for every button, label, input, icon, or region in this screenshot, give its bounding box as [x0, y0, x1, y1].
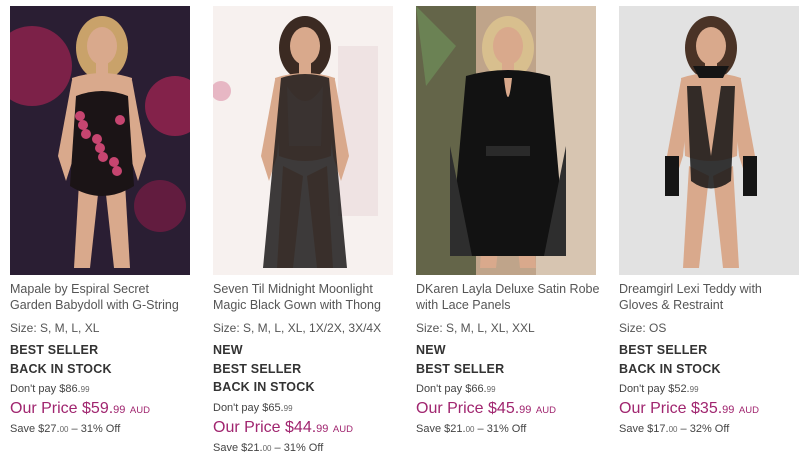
product-badges: NEW BEST SELLER BACK IN STOCK — [213, 341, 397, 397]
savings: Save $27.00 – 31% Off — [10, 422, 194, 437]
rrp-dollars: $65. — [262, 401, 284, 414]
our-price-dollars: $44. — [285, 418, 317, 436]
our-price: Our Price $45.99 AUD — [416, 399, 600, 421]
currency-label: AUD — [129, 405, 150, 416]
savings-percent: – 32% Off — [680, 423, 730, 435]
product-sizes: Size: S, M, L, XL, XXL — [416, 321, 535, 335]
rrp-label: Don't pay — [10, 383, 57, 395]
our-price-cents: 99 — [113, 404, 126, 416]
rrp-price: Don't pay $65.99 — [213, 401, 397, 416]
product-badge: BEST SELLER — [416, 361, 505, 376]
rrp-cents: 99 — [283, 403, 293, 413]
savings-dollars: $21. — [444, 423, 466, 435]
our-price-label: Our Price — [10, 400, 78, 417]
product-badge: BEST SELLER — [619, 343, 708, 357]
rrp-price: Don't pay $66.99 — [416, 382, 600, 397]
savings-cents: 00 — [465, 425, 475, 434]
product-image[interactable] — [213, 6, 393, 275]
product-badges: BEST SELLER BACK IN STOCK — [10, 341, 194, 378]
product-badges: NEW BEST SELLER — [416, 341, 600, 378]
rrp-dollars: $86. — [59, 383, 81, 395]
product-badge: BACK IN STOCK — [10, 361, 112, 376]
rrp-label: Don't pay — [213, 401, 260, 414]
product-photo-graphic — [619, 6, 799, 275]
rrp-cents: 99 — [689, 385, 699, 394]
product-badge: BACK IN STOCK — [213, 380, 315, 394]
rrp-cents: 99 — [486, 385, 496, 394]
rrp-dollars: $66. — [465, 383, 487, 395]
product-badge: NEW — [416, 343, 446, 357]
product-card: DKaren Layla Deluxe Satin Robe with Lace… — [416, 6, 600, 437]
savings-label: Save — [416, 423, 442, 435]
rrp-label: Don't pay — [416, 383, 463, 395]
our-price-dollars: $59. — [82, 400, 114, 417]
product-title-link[interactable]: DKaren Layla Deluxe Satin Robe with Lace… — [416, 281, 600, 313]
product-image[interactable] — [416, 6, 596, 275]
savings-percent: – 31% Off — [477, 423, 527, 435]
our-price: Our Price $35.99 AUD — [619, 399, 803, 421]
savings-percent: – 31% Off — [71, 423, 121, 435]
currency-label: AUD — [332, 423, 353, 435]
our-price-label: Our Price — [416, 400, 484, 417]
savings-label: Save — [10, 423, 36, 435]
currency-label: AUD — [535, 405, 556, 416]
currency-label: AUD — [738, 405, 759, 416]
product-badges: BEST SELLER BACK IN STOCK — [619, 341, 803, 378]
product-card: Dreamgirl Lexi Teddy with Gloves & Restr… — [619, 6, 803, 437]
product-title-link[interactable]: Mapale by Espiral Secret Garden Babydoll… — [10, 281, 194, 313]
product-badge: BEST SELLER — [10, 343, 99, 357]
rrp-price: Don't pay $52.99 — [619, 382, 803, 397]
product-sizes: Size: S, M, L, XL — [10, 321, 100, 335]
savings-dollars: $27. — [38, 423, 60, 435]
product-card: Mapale by Espiral Secret Garden Babydoll… — [10, 6, 194, 437]
product-badge: NEW — [213, 343, 243, 357]
our-price-label: Our Price — [619, 400, 687, 417]
savings-dollars: $17. — [647, 423, 669, 435]
product-badge: BACK IN STOCK — [619, 361, 721, 376]
savings-cents: 00 — [668, 425, 678, 434]
savings-cents: 00 — [262, 443, 272, 453]
our-price-dollars: $45. — [488, 400, 520, 417]
rrp-price: Don't pay $86.99 — [10, 382, 194, 397]
our-price-cents: 99 — [316, 422, 329, 435]
rrp-cents: 99 — [80, 385, 90, 394]
product-photo-graphic — [213, 6, 393, 275]
savings: Save $17.00 – 32% Off — [619, 422, 803, 437]
savings: Save $21.00 – 31% Off — [213, 441, 397, 456]
our-price: Our Price $59.99 AUD — [10, 399, 194, 421]
product-grid: Mapale by Espiral Secret Garden Babydoll… — [0, 0, 810, 454]
product-title-link[interactable]: Dreamgirl Lexi Teddy with Gloves & Restr… — [619, 281, 803, 313]
product-image[interactable] — [619, 6, 799, 275]
product-badge: BEST SELLER — [213, 361, 302, 376]
product-title-link[interactable]: Seven Til Midnight Moonlight Magic Black… — [213, 281, 397, 313]
our-price: Our Price $44.99 AUD — [213, 418, 397, 440]
product-photo-graphic — [416, 6, 596, 275]
savings-label: Save — [619, 423, 645, 435]
rrp-dollars: $52. — [668, 383, 690, 395]
product-image[interactable] — [10, 6, 190, 275]
our-price-cents: 99 — [519, 404, 532, 416]
our-price-dollars: $35. — [691, 400, 723, 417]
product-sizes: Size: OS — [619, 321, 667, 335]
product-card: Seven Til Midnight Moonlight Magic Black… — [213, 6, 397, 456]
our-price-cents: 99 — [722, 404, 735, 416]
product-photo-graphic — [10, 6, 190, 275]
savings-cents: 00 — [59, 425, 69, 434]
rrp-label: Don't pay — [619, 383, 666, 395]
savings: Save $21.00 – 31% Off — [416, 422, 600, 437]
our-price-label: Our Price — [213, 418, 281, 436]
product-sizes: Size: S, M, L, XL, 1X/2X, 3X/4X — [213, 321, 382, 335]
